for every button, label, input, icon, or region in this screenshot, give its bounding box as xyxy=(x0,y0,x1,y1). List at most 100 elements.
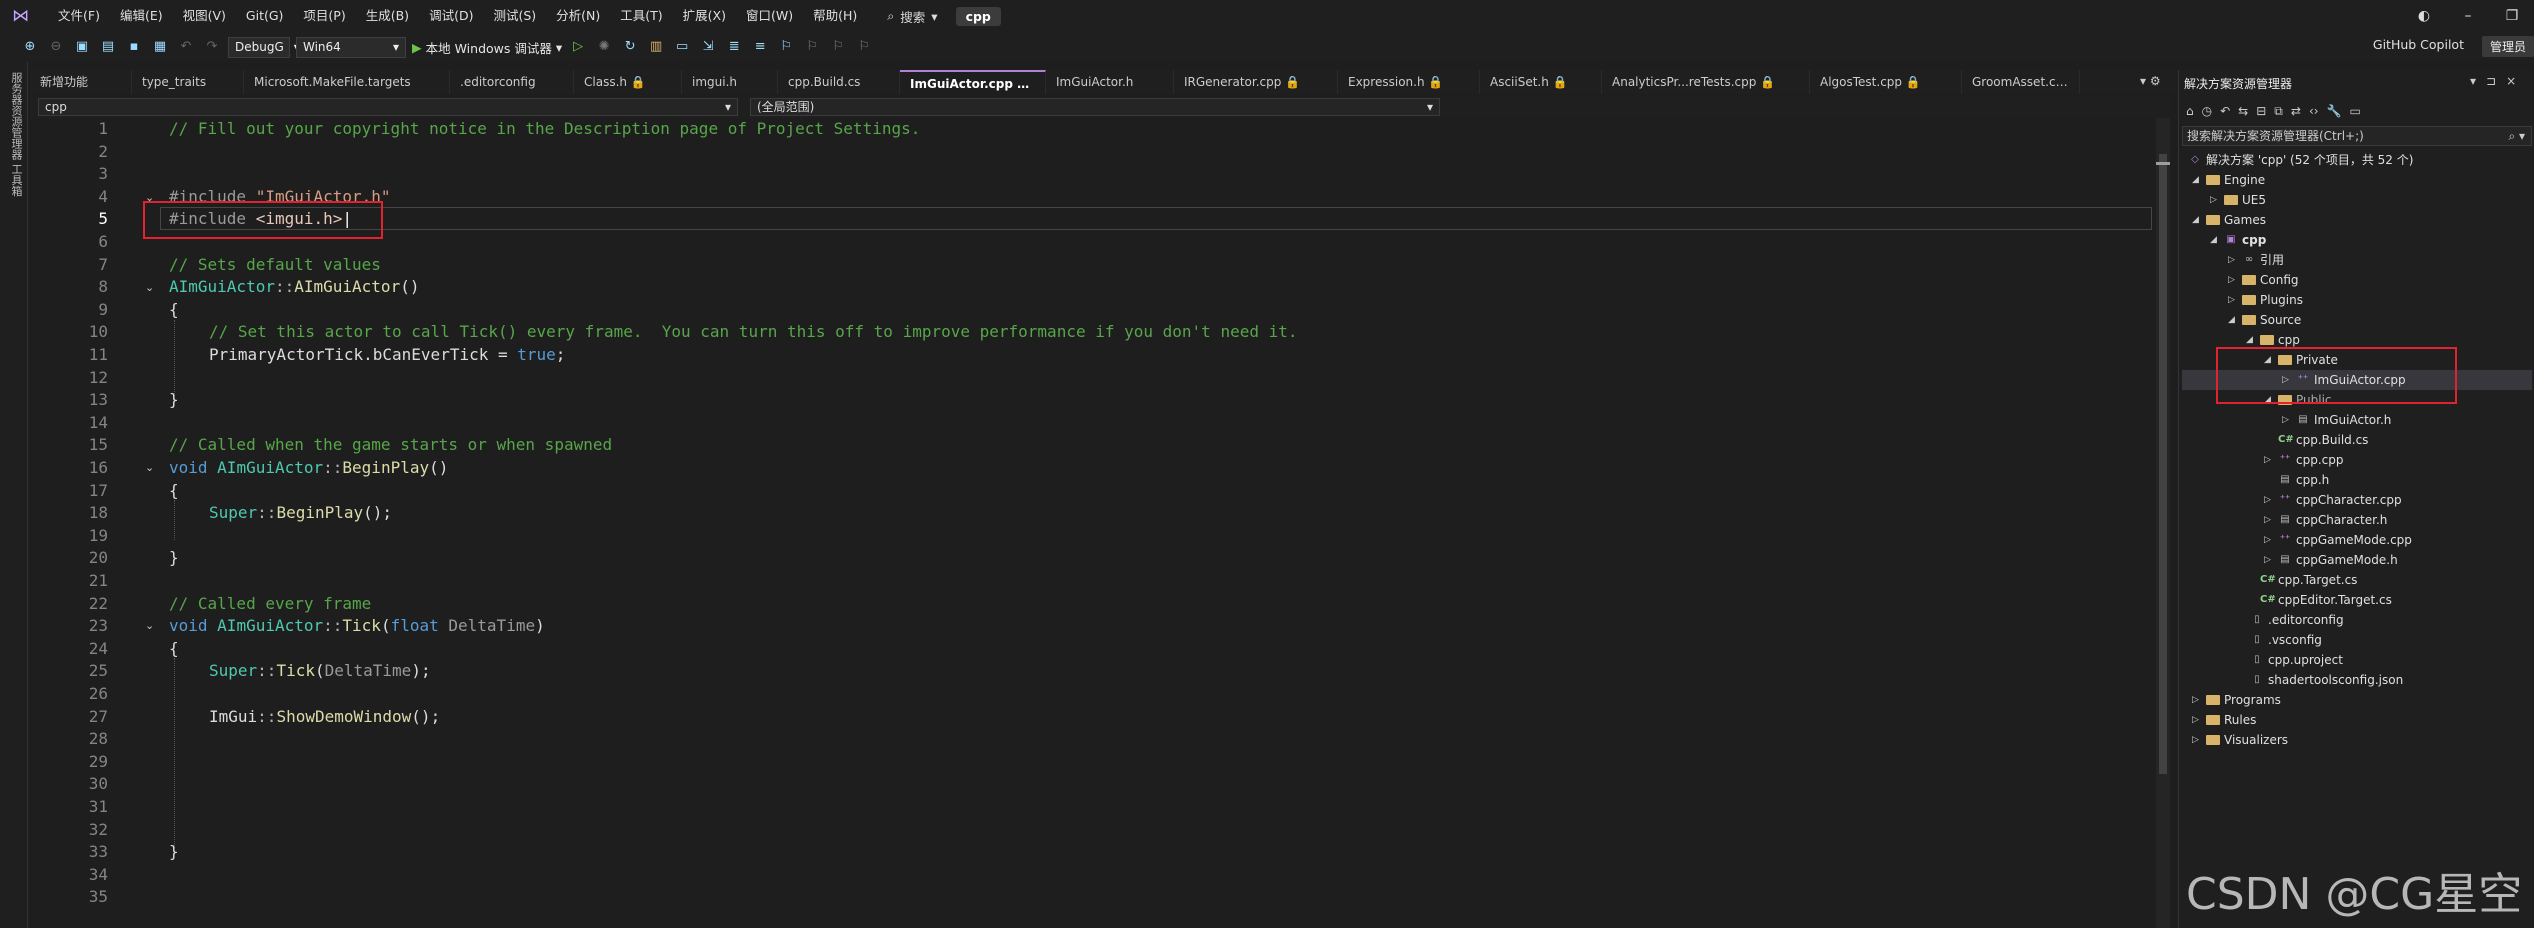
tab-imguiactor-cpp[interactable]: ImGuiActor.cpp ⊕ × xyxy=(900,70,1046,94)
tree-item-plugins[interactable]: ▷ Plugins xyxy=(2228,290,2303,310)
tree-item-vsconfig[interactable]: ▯ .vsconfig xyxy=(2236,630,2322,650)
fold-toggle-icon[interactable]: ⌄ xyxy=(145,281,154,294)
layout-icon[interactable]: ▭ xyxy=(672,37,692,57)
github-copilot-button[interactable]: GitHub Copilot xyxy=(2373,37,2464,52)
project-select[interactable]: cpp ▾ xyxy=(38,98,738,116)
bookmark-prev-icon[interactable]: ⚐ xyxy=(802,37,822,57)
tree-item-solution[interactable]: ◇ 解决方案 'cpp' (52 个项目，共 52 个) xyxy=(2188,150,2413,170)
search-button[interactable]: ⌕ 搜索 ▾ xyxy=(887,7,937,26)
pending-changes-icon[interactable]: ⇆ xyxy=(2238,104,2248,118)
tree-item-config[interactable]: ▷ Config xyxy=(2228,270,2299,290)
new-project-icon[interactable]: ▣ xyxy=(72,37,92,57)
solution-explorer-icon[interactable]: ▥ xyxy=(646,37,666,57)
menu-git[interactable]: Git(G) xyxy=(236,0,294,32)
tree-item-imguiactor-h[interactable]: ▷ ▤ ImGuiActor.h xyxy=(2282,410,2391,430)
tab-irgenerator-cpp[interactable]: IRGenerator.cpp 🔒 xyxy=(1174,70,1338,94)
tree-item-cppgamemode-h[interactable]: ▷ ▤ cppGameMode.h xyxy=(2264,550,2398,570)
tree-item-visualizers[interactable]: ▷ Visualizers xyxy=(2192,730,2288,750)
tree-item-cpp-project[interactable]: ◢ ▣ cpp xyxy=(2210,230,2266,250)
account-icon[interactable]: ◐ xyxy=(2402,8,2446,24)
tree-item-source[interactable]: ◢ Source xyxy=(2228,310,2301,330)
tab-editorconfig[interactable]: .editorconfig xyxy=(450,70,574,94)
admin-badge[interactable]: 管理员 xyxy=(2481,36,2534,57)
maximize-button[interactable]: ❐ xyxy=(2490,8,2534,24)
tab-type-traits[interactable]: type_traits xyxy=(132,70,244,94)
fold-toggle-icon[interactable]: ⌄ xyxy=(145,619,154,632)
tree-item-editorconfig[interactable]: ▯ .editorconfig xyxy=(2236,610,2343,630)
bookmark-clear-icon[interactable]: ⚐ xyxy=(854,37,874,57)
tree-item-cppcharacter-h[interactable]: ▷ ▤ cppCharacter.h xyxy=(2264,510,2387,530)
home-icon[interactable]: ⌂ xyxy=(2186,104,2194,118)
fold-toggle-icon[interactable]: ⌄ xyxy=(145,461,154,474)
hot-reload-icon[interactable]: ✺ xyxy=(594,37,614,57)
show-all-files-icon[interactable]: ⧉ xyxy=(2274,104,2283,119)
back-icon[interactable]: ⊕ xyxy=(20,37,40,57)
collapse-all-icon[interactable]: ⊟ xyxy=(2256,104,2266,118)
tab-makefile-targets[interactable]: Microsoft.MakeFile.targets xyxy=(244,70,450,94)
tree-item-cpp-uproject[interactable]: ▯ cpp.uproject xyxy=(2236,650,2343,670)
undo-icon[interactable]: ↶ xyxy=(176,37,196,57)
format-icon[interactable]: ≣ xyxy=(724,37,744,57)
tab-imgui-h[interactable]: imgui.h xyxy=(682,70,778,94)
save-all-icon[interactable]: ▦ xyxy=(150,37,170,57)
redo-icon[interactable]: ↷ xyxy=(202,37,222,57)
minimize-button[interactable]: – xyxy=(2446,8,2490,24)
menu-project[interactable]: 项目(P) xyxy=(293,0,355,32)
menu-test[interactable]: 测试(S) xyxy=(483,0,546,32)
step-icon[interactable]: ⇲ xyxy=(698,37,718,57)
back-icon[interactable]: ↶ xyxy=(2220,104,2230,118)
tab-algostest-cpp[interactable]: AlgosTest.cpp 🔒 xyxy=(1810,70,1962,94)
menu-build[interactable]: 生成(B) xyxy=(356,0,419,32)
open-file-icon[interactable]: ▤ xyxy=(98,37,118,57)
tree-item-cppgamemode-cpp[interactable]: ▷ ⁺⁺ cppGameMode.cpp xyxy=(2264,530,2412,550)
menu-help[interactable]: 帮助(H) xyxy=(803,0,867,32)
tree-item-rules[interactable]: ▷ Rules xyxy=(2192,710,2256,730)
tab-cpp-build-cs[interactable]: cpp.Build.cs xyxy=(778,70,900,94)
menu-analyze[interactable]: 分析(N) xyxy=(546,0,610,32)
tab-expression-h[interactable]: Expression.h 🔒 xyxy=(1338,70,1480,94)
tab-asciiset-h[interactable]: AsciiSet.h 🔒 xyxy=(1480,70,1602,94)
tab-whats-new[interactable]: 新增功能 xyxy=(30,70,132,94)
scrollbar-thumb[interactable] xyxy=(2159,154,2167,774)
menu-debug[interactable]: 调试(D) xyxy=(419,0,483,32)
panel-controls-icon[interactable]: ▾⊐× xyxy=(2470,74,2526,88)
tab-overflow-icon[interactable]: ▾ ⚙ xyxy=(2140,74,2161,88)
comment-icon[interactable]: ≡ xyxy=(750,37,770,57)
tree-item-ue5[interactable]: ▷ UE5 xyxy=(2210,190,2266,210)
menu-extensions[interactable]: 扩展(X) xyxy=(673,0,736,32)
tree-item-games[interactable]: ◢ Games xyxy=(2192,210,2266,230)
platform-select[interactable]: Win64 ▾ xyxy=(296,36,406,58)
tree-item-cpp-h[interactable]: ▤ cpp.h xyxy=(2264,470,2329,490)
menu-tools[interactable]: 工具(T) xyxy=(610,0,672,32)
tree-item-programs[interactable]: ▷ Programs xyxy=(2192,690,2281,710)
editor-vertical-scrollbar[interactable] xyxy=(2156,118,2170,928)
tab-imguiactor-h[interactable]: ImGuiActor.h xyxy=(1046,70,1174,94)
tab-class-h[interactable]: Class.h 🔒 xyxy=(574,70,682,94)
bookmark-next-icon[interactable]: ⚐ xyxy=(828,37,848,57)
menu-file[interactable]: 文件(F) xyxy=(48,0,110,32)
tree-item-cpp-build-cs[interactable]: C# cpp.Build.cs xyxy=(2264,430,2368,450)
switch-view-icon[interactable]: ⇄ xyxy=(2291,104,2301,118)
menu-view[interactable]: 视图(V) xyxy=(173,0,236,32)
tree-item-cppcharacter-cpp[interactable]: ▷ ⁺⁺ cppCharacter.cpp xyxy=(2264,490,2402,510)
start-without-debugging-icon[interactable]: ▷ xyxy=(568,37,588,57)
bookmark-icon[interactable]: ⚐ xyxy=(776,37,796,57)
properties-icon[interactable]: 🔧 xyxy=(2327,104,2342,118)
scope-select[interactable]: (全局范围) ▾ xyxy=(750,98,1440,116)
code-icon[interactable]: ‹› xyxy=(2309,104,2319,118)
forward-icon[interactable]: ⊖ xyxy=(46,37,66,57)
start-debugging-button[interactable]: ▶ 本地 Windows 调试器 ▾ xyxy=(412,38,562,57)
tree-item-references[interactable]: ▷ ∞ 引用 xyxy=(2228,250,2284,270)
tree-item-cpp-target-cs[interactable]: C# cpp.Target.cs xyxy=(2246,570,2357,590)
preview-icon[interactable]: ▭ xyxy=(2350,104,2361,118)
tree-item-cppeditor-target-cs[interactable]: C# cppEditor.Target.cs xyxy=(2246,590,2392,610)
solution-explorer-search-input[interactable]: 搜索解决方案资源管理器(Ctrl+;) ⌕ ▾ xyxy=(2182,126,2532,146)
tab-analytics-tests-cpp[interactable]: AnalyticsPr...reTests.cpp 🔒 xyxy=(1602,70,1810,94)
restart-icon[interactable]: ↻ xyxy=(620,37,640,57)
menu-edit[interactable]: 编辑(E) xyxy=(110,0,173,32)
tree-item-cpp-cpp[interactable]: ▷ ⁺⁺ cpp.cpp xyxy=(2264,450,2343,470)
tree-item-engine[interactable]: ◢ Engine xyxy=(2192,170,2265,190)
tree-item-shadertoolsconfig[interactable]: ▯ shadertoolsconfig.json xyxy=(2236,670,2403,690)
save-icon[interactable]: ▪ xyxy=(124,37,144,57)
configuration-select[interactable]: DebugG ▾ xyxy=(228,36,300,58)
